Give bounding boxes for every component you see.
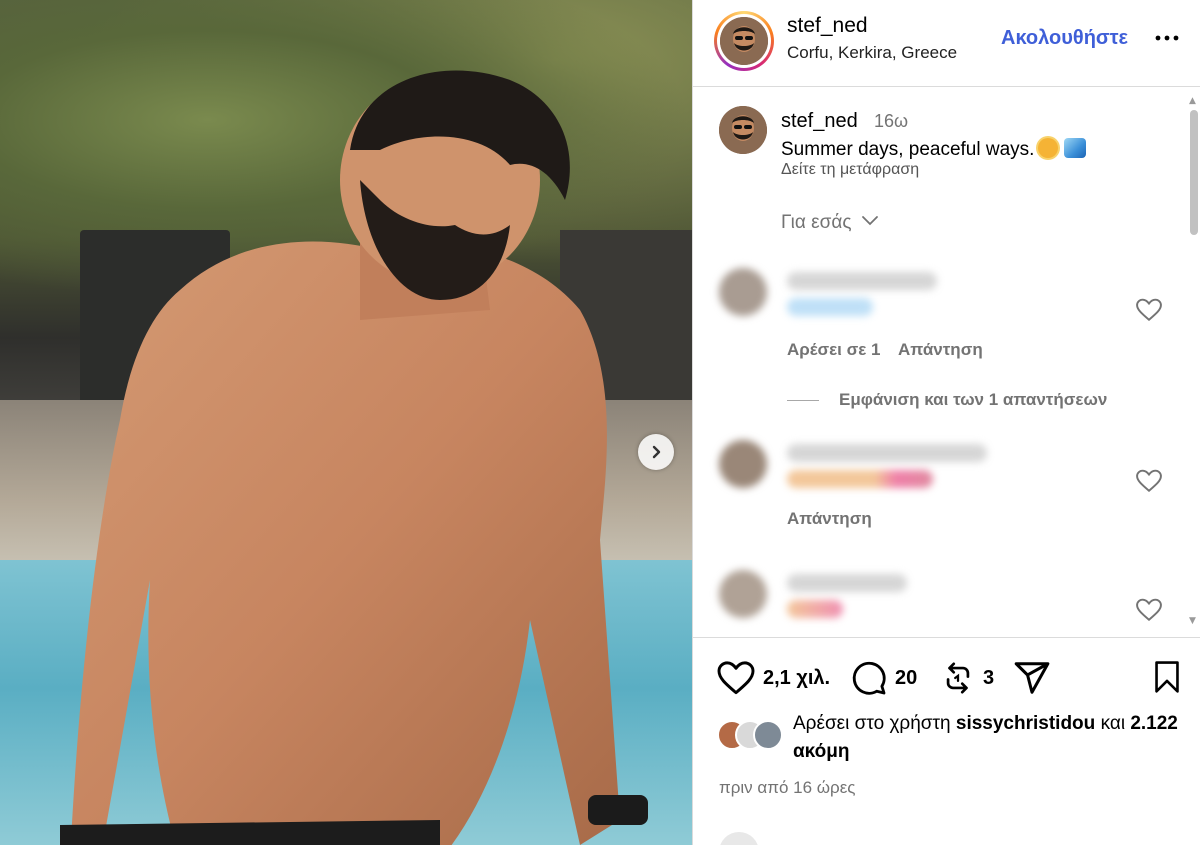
sun-emoji-icon: [1038, 138, 1059, 158]
scroll-down-arrow-icon[interactable]: ▼: [1189, 616, 1196, 626]
comment-avatar[interactable]: [719, 440, 767, 488]
chevron-down-icon: [861, 216, 878, 226]
comment-likes-count[interactable]: Αρέσει σε 1: [787, 340, 880, 360]
repost-button[interactable]: 3: [941, 658, 994, 698]
comment-username-blurred: [787, 272, 937, 290]
likes-count: 2,1 χιλ.: [763, 666, 831, 689]
comment-reply-button[interactable]: Απάντηση: [898, 340, 983, 360]
author-avatar[interactable]: [714, 11, 774, 71]
likers-avatars[interactable]: [717, 720, 787, 754]
like-button[interactable]: 2,1 χιλ.: [717, 658, 830, 698]
comment-avatar[interactable]: [719, 570, 767, 618]
replies-divider: [787, 400, 819, 402]
liked-by-prefix: Αρέσει στο χρήστη: [793, 713, 951, 734]
author-username[interactable]: stef_ned: [787, 14, 868, 38]
comments-scrollbar[interactable]: [1190, 110, 1198, 235]
post-side-panel: stef_ned Corfu, Kerkira, Greece Ακολουθή…: [692, 0, 1200, 845]
view-replies-label: Εμφάνιση και των 1 απαντήσεων: [839, 390, 1108, 409]
view-replies-button[interactable]: Εμφάνιση και των 1 απαντήσεων: [787, 390, 1107, 410]
comment-filter-dropdown[interactable]: Για εσάς: [781, 212, 879, 234]
comment-avatar[interactable]: [719, 268, 767, 316]
comment-like-heart-icon[interactable]: [1136, 598, 1162, 622]
caption-text: Summer days, peaceful ways.: [781, 138, 1087, 161]
repost-icon: [946, 662, 970, 694]
water-wave-emoji-icon: [1064, 138, 1087, 158]
post-photo: [0, 0, 692, 845]
comment-like-heart-icon[interactable]: [1136, 469, 1162, 493]
comment-text-blurred: [787, 470, 933, 488]
post-timestamp: πριν από 16 ώρες: [719, 778, 856, 797]
chevron-right-icon: [652, 445, 661, 459]
comment-text-blurred: [787, 298, 873, 316]
comment-bubble-icon: [852, 661, 886, 695]
post-actions-bar: 2,1 χιλ. 20 3 Αρέσει στο χρήστη sissychr…: [693, 637, 1200, 845]
liked-by-user-link[interactable]: sissychristidou: [956, 713, 1095, 734]
caption-username[interactable]: stef_ned: [781, 110, 858, 133]
bookmark-save-icon[interactable]: [1151, 660, 1183, 694]
comment-reply-button[interactable]: Απάντηση: [787, 509, 872, 529]
see-translation-link[interactable]: Δείτε τη μετάφραση: [781, 161, 919, 179]
scroll-up-arrow-icon[interactable]: ▲: [1189, 96, 1196, 106]
caption-time: 16ω: [874, 111, 909, 131]
heart-icon: [717, 661, 755, 695]
follow-button[interactable]: Ακολουθήστε: [1001, 27, 1128, 50]
share-button[interactable]: [1013, 658, 1051, 698]
share-paper-plane-icon: [1014, 662, 1050, 694]
more-options-icon[interactable]: [1153, 24, 1181, 52]
comment-username-blurred: [787, 574, 907, 592]
liker-avatar: [753, 720, 783, 750]
comments-count: 20: [895, 666, 918, 689]
caption-avatar[interactable]: [719, 106, 767, 154]
post-location[interactable]: Corfu, Kerkira, Greece: [787, 43, 957, 63]
liked-by-text: Αρέσει στο χρήστη sissychristidou και 2.…: [793, 710, 1188, 766]
liked-by-connector: και: [1100, 713, 1126, 734]
avatar-image: [720, 17, 768, 65]
next-photo-button[interactable]: [638, 434, 674, 470]
photo-subject: [60, 70, 648, 845]
comment-filter-label: Για εσάς: [781, 212, 852, 233]
comment-like-heart-icon[interactable]: [1136, 298, 1162, 322]
reposts-count: 3: [983, 666, 995, 689]
caption-body: Summer days, peaceful ways.: [781, 139, 1035, 160]
comment-text-blurred: [787, 600, 843, 618]
comment-button[interactable]: 20: [851, 658, 917, 698]
comment-username-blurred: [787, 444, 987, 462]
post-header: stef_ned Corfu, Kerkira, Greece Ακολουθή…: [693, 0, 1200, 87]
